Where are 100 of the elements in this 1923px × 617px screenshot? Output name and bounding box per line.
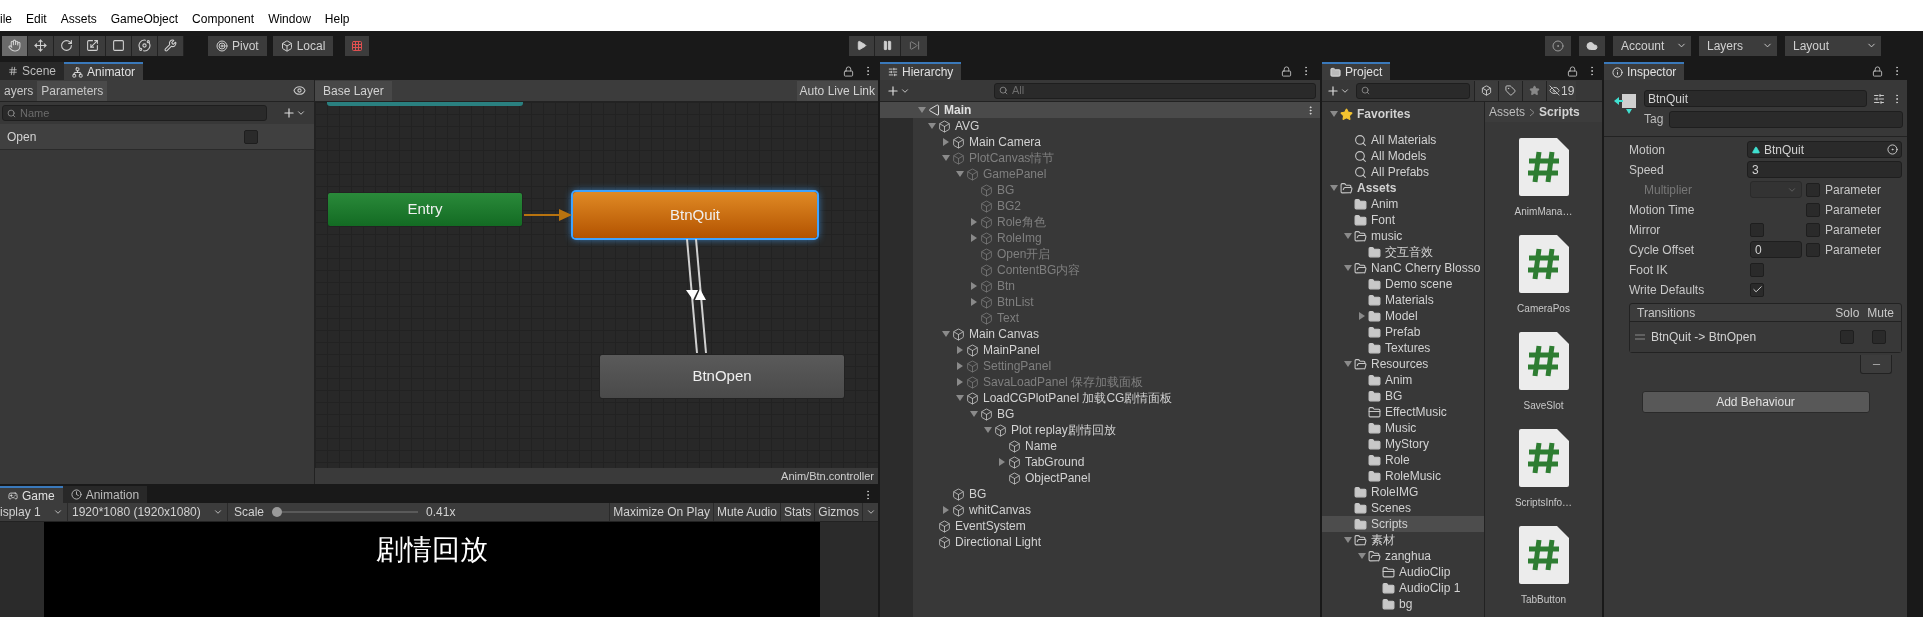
project-item[interactable]: Anim xyxy=(1371,195,1399,213)
filter-type-button[interactable] xyxy=(1474,80,1498,101)
project-item[interactable]: Favorites xyxy=(1357,105,1411,123)
display-dropdown[interactable]: isplay 1 xyxy=(0,503,68,521)
project-item[interactable]: All Prefabs xyxy=(1371,163,1430,181)
hierarchy-item[interactable]: Main Canvas xyxy=(969,325,1040,343)
project-item[interactable]: 素材 xyxy=(1371,531,1395,549)
scene-name[interactable]: Main xyxy=(944,101,972,119)
game-view[interactable]: 剧情回放 xyxy=(44,522,820,617)
transition-row[interactable]: BtnQuit -> BtnOpen xyxy=(1630,322,1901,352)
add-icon[interactable] xyxy=(1326,83,1340,98)
panel-tab[interactable]: Inspector xyxy=(1604,62,1685,80)
dropdown-icon[interactable] xyxy=(296,108,306,118)
menu-item[interactable]: Edit xyxy=(26,10,47,28)
expand-arrow-icon[interactable] xyxy=(1342,360,1354,368)
project-item[interactable]: Model xyxy=(1385,307,1418,325)
hierarchy-item[interactable]: MainPanel xyxy=(983,341,1040,359)
tool-button[interactable] xyxy=(54,35,80,56)
project-item[interactable]: All Models xyxy=(1371,147,1427,165)
cloud-button[interactable] xyxy=(1579,35,1605,56)
menu-item[interactable]: ile xyxy=(0,10,12,28)
step-button[interactable] xyxy=(901,35,928,56)
hierarchy-item[interactable]: ObjectPanel xyxy=(1025,469,1091,487)
menu-item[interactable]: GameObject xyxy=(110,10,179,28)
expand-arrow-icon[interactable] xyxy=(954,170,966,178)
checkbox[interactable] xyxy=(1806,242,1820,257)
expand-arrow-icon[interactable] xyxy=(968,410,980,418)
project-item[interactable]: Music xyxy=(1385,419,1417,437)
project-item[interactable]: 交互音效 xyxy=(1385,243,1433,261)
tool-button[interactable] xyxy=(2,35,28,56)
slider-thumb[interactable] xyxy=(272,507,283,517)
project-item[interactable]: Scenes xyxy=(1371,499,1412,517)
panel-tab[interactable]: Scene xyxy=(0,62,65,80)
hierarchy-item[interactable]: Plot replay剧情回放 xyxy=(1011,421,1116,439)
tool-button[interactable] xyxy=(80,35,106,56)
project-item[interactable]: EffectMusic xyxy=(1385,403,1447,421)
project-item[interactable]: music xyxy=(1371,227,1403,245)
panel-tab[interactable]: Animator xyxy=(64,62,144,80)
hierarchy-item[interactable]: Main Camera xyxy=(969,133,1042,151)
panel-tab[interactable]: Game xyxy=(0,485,63,504)
project-item[interactable]: zanghua xyxy=(1385,547,1432,565)
breadcrumb-item[interactable]: Assets xyxy=(1489,103,1525,121)
tool-button[interactable] xyxy=(28,35,54,56)
panel-tab[interactable]: Project xyxy=(1322,62,1391,80)
lock-icon[interactable] xyxy=(1567,65,1578,77)
state-node[interactable]: BtnOpen xyxy=(599,354,845,399)
dropdown-button[interactable]: Layout xyxy=(1785,35,1881,56)
play-button[interactable] xyxy=(849,35,876,56)
tool-button[interactable] xyxy=(132,35,158,56)
lock-icon[interactable] xyxy=(843,65,854,77)
collab-button[interactable] xyxy=(1545,35,1571,56)
hierarchy-item[interactable]: BG xyxy=(997,405,1015,423)
expand-arrow-icon[interactable] xyxy=(982,426,994,434)
checkbox[interactable] xyxy=(1750,282,1764,297)
checkbox[interactable] xyxy=(244,129,258,144)
project-item[interactable]: Assets xyxy=(1357,179,1397,197)
file-name[interactable]: CameraPos xyxy=(1517,301,1570,316)
file-name[interactable]: SaveSlot xyxy=(1523,398,1564,413)
checkbox[interactable] xyxy=(1750,222,1764,237)
expand-arrow-icon[interactable] xyxy=(954,394,966,402)
file-name[interactable]: ScriptsInfo… xyxy=(1514,495,1573,510)
project-item[interactable]: Role xyxy=(1385,451,1410,469)
project-item[interactable]: NanC Cherry Blosso xyxy=(1371,259,1481,277)
dropdown-button[interactable]: Account xyxy=(1613,35,1691,56)
tool-button[interactable] xyxy=(158,35,184,56)
checkbox[interactable] xyxy=(1872,330,1886,344)
project-item[interactable]: Textures xyxy=(1385,339,1431,357)
add-behaviour-button[interactable]: Add Behaviour xyxy=(1641,391,1870,413)
sub-tab[interactable]: ayers xyxy=(0,80,38,101)
panel-tab[interactable]: Animation xyxy=(62,485,148,504)
scale-slider[interactable] xyxy=(272,507,419,517)
hierarchy-item[interactable]: LoadCGPlotPanel 加载CG剧情面板 xyxy=(983,389,1173,407)
expand-arrow-icon[interactable] xyxy=(1342,232,1354,240)
graph-canvas[interactable]: Entry BtnQuit BtnOpen xyxy=(315,102,878,468)
project-item[interactable]: All Materials xyxy=(1371,131,1437,149)
project-item[interactable]: RoleIMG xyxy=(1371,483,1419,501)
file-name[interactable]: AnimMana… xyxy=(1514,204,1573,219)
expand-arrow-icon[interactable] xyxy=(1342,536,1354,544)
expand-arrow-icon[interactable] xyxy=(1356,552,1368,560)
expand-arrow-icon[interactable] xyxy=(940,330,952,338)
expand-arrow-icon[interactable] xyxy=(940,154,952,162)
menu-item[interactable]: Component xyxy=(192,10,255,28)
project-item[interactable]: Materials xyxy=(1385,291,1434,309)
lock-icon[interactable] xyxy=(1281,65,1292,77)
speed-field[interactable]: 3 xyxy=(1747,161,1902,178)
object-picker-icon[interactable] xyxy=(1887,144,1898,155)
drag-handle-icon[interactable] xyxy=(1635,334,1645,340)
hierarchy-item[interactable]: BG xyxy=(969,485,987,503)
project-item[interactable]: RoleMusic xyxy=(1385,467,1441,485)
expand-arrow-icon[interactable] xyxy=(1342,264,1354,272)
favorite-button[interactable] xyxy=(1522,80,1546,101)
hierarchy-item[interactable]: whitCanvas xyxy=(969,501,1032,519)
filter-label-button[interactable] xyxy=(1498,80,1522,101)
checkbox[interactable] xyxy=(1750,262,1764,277)
breadcrumb-button[interactable]: Base Layer xyxy=(315,80,392,101)
name-field[interactable]: BtnQuit xyxy=(1644,90,1867,107)
project-item[interactable]: Anim xyxy=(1385,371,1413,389)
lock-icon[interactable] xyxy=(1872,65,1883,77)
parameter-row[interactable]: Open xyxy=(0,124,314,150)
project-item[interactable]: AudioClip 1 xyxy=(1399,579,1461,597)
